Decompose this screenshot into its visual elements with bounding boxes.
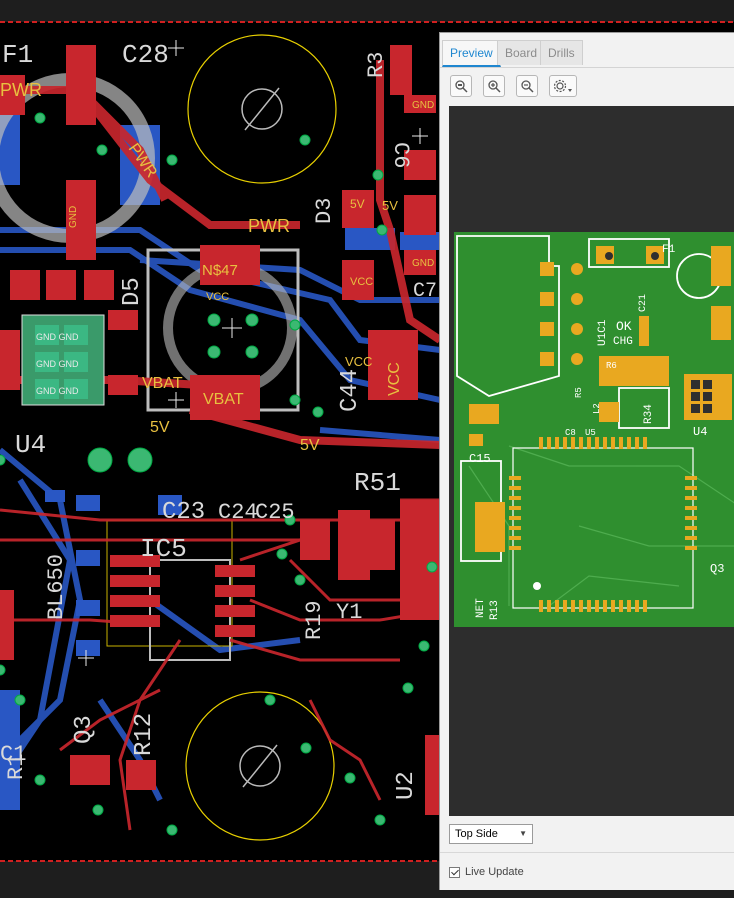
panel-tab-bar: Preview Board Drills — [440, 33, 734, 68]
manufacturing-preview-panel: Preview Board Drills F1 C21 OK CHG U1C1 … — [439, 32, 734, 890]
chevron-down-icon: ▼ — [519, 829, 527, 838]
svg-text:C15: C15 — [469, 452, 491, 466]
svg-text:VCC: VCC — [350, 276, 373, 288]
svg-text:5V: 5V — [350, 197, 365, 211]
live-update-checkbox[interactable] — [449, 867, 460, 878]
svg-text:R34: R34 — [643, 404, 655, 424]
svg-text:D5: D5 — [119, 277, 146, 306]
svg-text:BL650: BL650 — [44, 554, 69, 620]
svg-text:PWR: PWR — [248, 216, 290, 236]
svg-text:C28: C28 — [122, 40, 169, 70]
svg-text:C7: C7 — [413, 280, 437, 303]
svg-text:GND GND: GND GND — [36, 359, 79, 369]
svg-text:C24: C24 — [218, 500, 258, 525]
svg-text:VBAT: VBAT — [203, 391, 244, 408]
svg-text:R3: R3 — [364, 52, 389, 78]
svg-text:5V: 5V — [382, 198, 398, 213]
svg-text:R6: R6 — [606, 361, 617, 371]
zoom-in-button[interactable] — [483, 75, 505, 97]
svg-text:U5: U5 — [585, 428, 596, 438]
side-select[interactable]: Top Side ▼ — [449, 824, 533, 844]
svg-text:GND: GND — [68, 206, 79, 228]
svg-text:D3: D3 — [312, 198, 337, 224]
svg-text:5V: 5V — [300, 437, 320, 454]
zoom-in-icon — [488, 80, 501, 93]
settings-icon — [553, 79, 572, 93]
pcb-preview-viewport[interactable]: F1 C21 OK CHG U1C1 R6 R5 L2 C8 U5 R34 U4… — [449, 106, 734, 816]
tab-board[interactable]: Board — [497, 40, 546, 65]
panel-divider — [440, 852, 734, 853]
svg-text:Q3: Q3 — [710, 562, 724, 576]
svg-text:R5: R5 — [574, 387, 584, 398]
mounting-hole-bottom — [185, 691, 335, 841]
svg-text:GND: GND — [412, 258, 434, 269]
svg-text:C23: C23 — [162, 499, 205, 526]
svg-text:PWR: PWR — [0, 80, 42, 100]
svg-text:F1: F1 — [2, 40, 33, 70]
svg-text:U1C1: U1C1 — [597, 319, 609, 346]
zoom-out-icon — [521, 80, 534, 93]
svg-text:GND GND: GND GND — [36, 386, 79, 396]
pcb-preview-render: F1 C21 OK CHG U1C1 R6 R5 L2 C8 U5 R34 U4… — [454, 232, 734, 627]
svg-text:VBAT: VBAT — [142, 375, 183, 392]
side-select-value: Top Side — [455, 828, 498, 840]
preview-settings-button[interactable] — [549, 75, 577, 97]
live-update-label: Live Update — [465, 866, 524, 878]
svg-text:R13: R13 — [489, 600, 501, 620]
svg-text:N$47: N$47 — [202, 262, 238, 279]
svg-text:C44: C44 — [337, 369, 364, 412]
zoom-out-button[interactable] — [516, 75, 538, 97]
svg-text:U4: U4 — [693, 425, 707, 439]
svg-text:C1: C1 — [0, 742, 26, 767]
svg-text:R12: R12 — [131, 713, 158, 756]
svg-text:GND: GND — [412, 100, 434, 111]
svg-text:C25: C25 — [255, 500, 295, 525]
svg-text:C6: C6 — [388, 142, 413, 168]
zoom-fit-icon — [455, 80, 468, 93]
preview-toolbar — [440, 68, 734, 104]
svg-text:OK: OK — [616, 319, 632, 334]
svg-text:VCC: VCC — [345, 354, 372, 369]
svg-text:R19: R19 — [302, 600, 327, 640]
svg-text:CHG: CHG — [613, 336, 633, 348]
svg-text:VCC: VCC — [206, 291, 229, 303]
mounting-hole-top — [187, 34, 337, 184]
svg-text:C8: C8 — [565, 428, 576, 438]
svg-text:VCC: VCC — [386, 362, 403, 396]
svg-text:Q3: Q3 — [71, 715, 98, 744]
svg-text:U2: U2 — [393, 771, 420, 800]
zoom-fit-button[interactable] — [450, 75, 472, 97]
tab-drills[interactable]: Drills — [540, 40, 583, 65]
svg-text:C21: C21 — [638, 294, 649, 312]
svg-text:NET: NET — [475, 598, 487, 618]
svg-text:U4: U4 — [15, 430, 46, 460]
tab-preview[interactable]: Preview — [442, 40, 501, 67]
svg-text:Y1: Y1 — [336, 600, 362, 625]
svg-text:F1: F1 — [662, 244, 676, 256]
u4-pad-labels: GND GND GND GND GND GND — [36, 332, 79, 396]
svg-text:IC5: IC5 — [140, 534, 187, 564]
svg-text:R51: R51 — [354, 468, 401, 498]
svg-text:L2: L2 — [592, 403, 602, 414]
svg-text:5V: 5V — [150, 419, 170, 436]
svg-text:GND GND: GND GND — [36, 332, 79, 342]
